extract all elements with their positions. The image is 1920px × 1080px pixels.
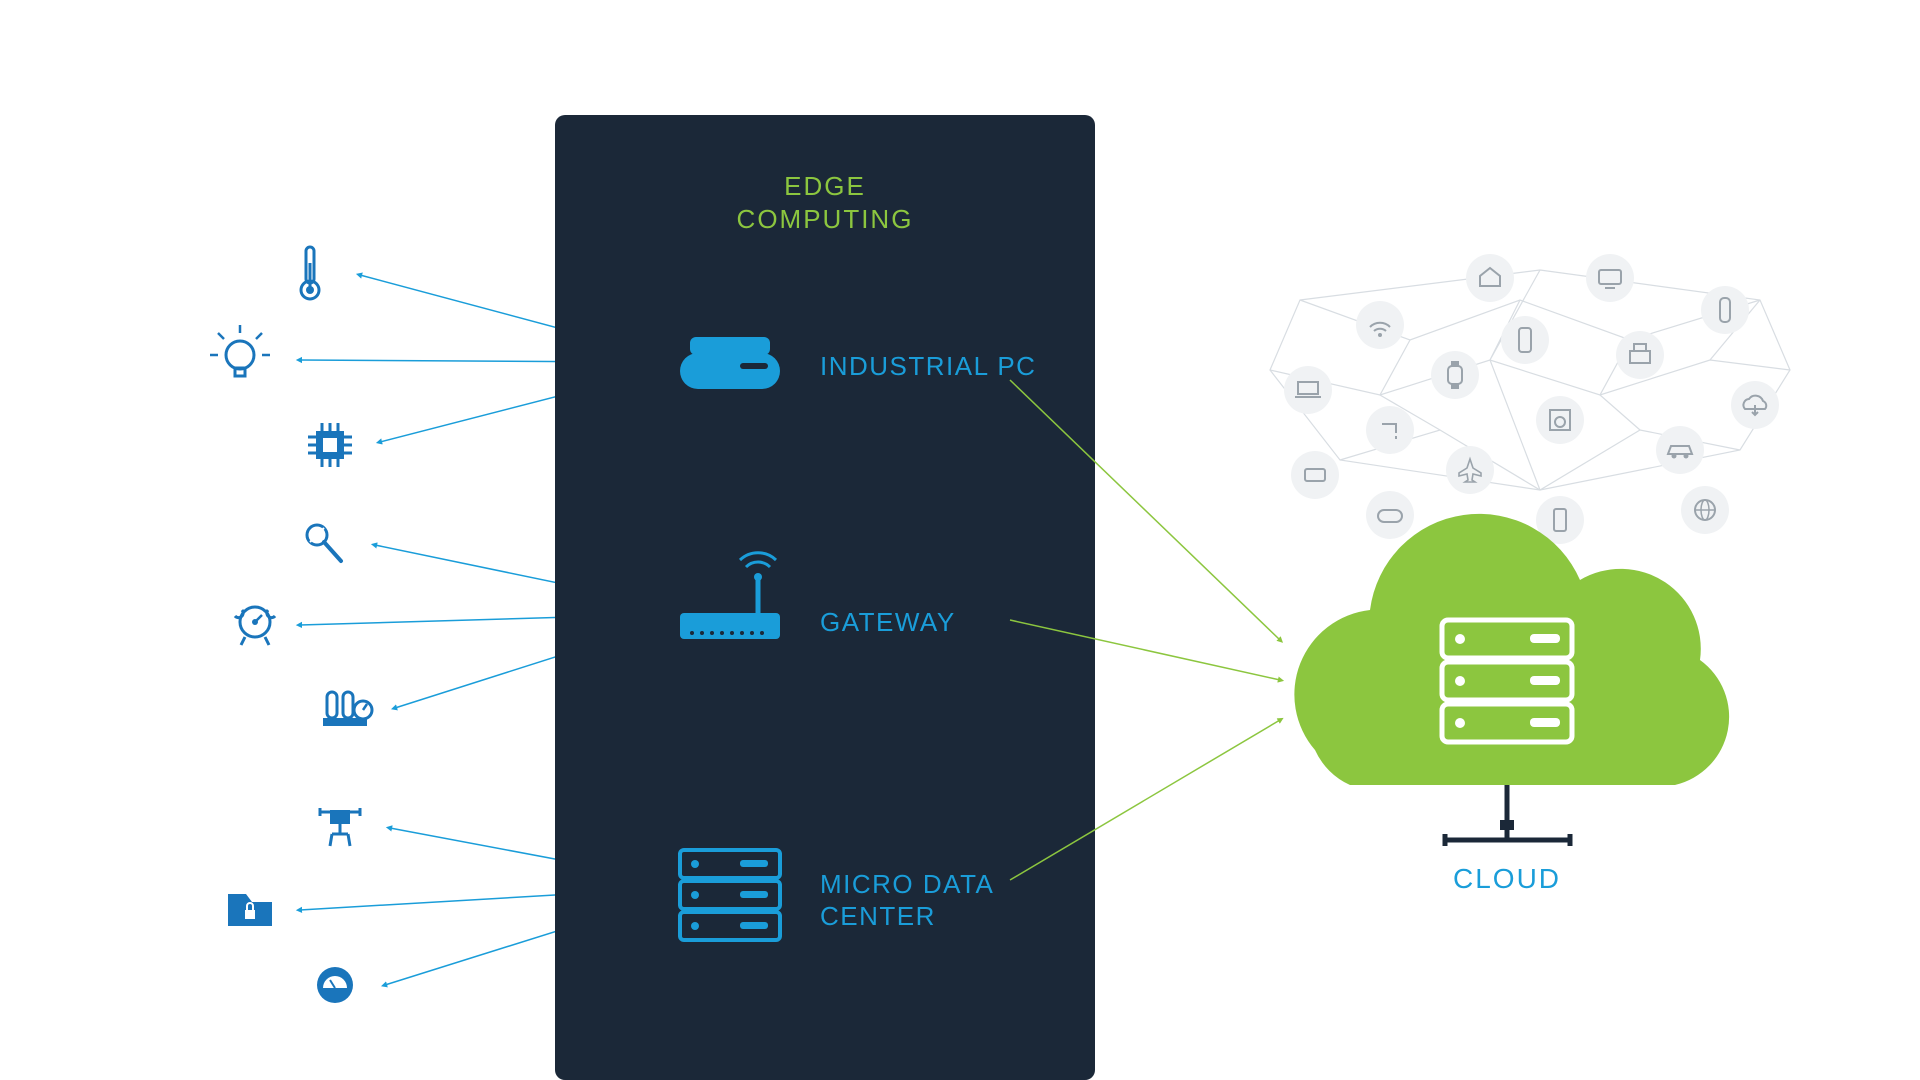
edge-panel: EDGE COMPUTING INDUSTRIAL PC: [555, 115, 1095, 1080]
edge-title-line2: COMPUTING: [737, 204, 914, 234]
micro-data-center-label-2: CENTER: [820, 901, 936, 931]
iot-node-cart: [1291, 451, 1339, 499]
iot-node-globe: [1681, 486, 1729, 534]
iot-node-washer: [1536, 396, 1584, 444]
iot-mesh: [1270, 254, 1790, 544]
iot-node-printer: [1616, 331, 1664, 379]
diagram-canvas: EDGE COMPUTING INDUSTRIAL PC: [0, 0, 1920, 1080]
cloud-label: CLOUD: [1453, 863, 1561, 894]
iot-node-remote: [1701, 286, 1749, 334]
iot-node-phone: [1501, 316, 1549, 364]
micro-data-center-label-1: MICRO DATA: [820, 869, 994, 899]
iot-node-gamepad: [1366, 491, 1414, 539]
iot-node-laptop: [1284, 366, 1332, 414]
chip-icon: [308, 423, 352, 467]
iot-node-plane: [1446, 446, 1494, 494]
iot-node-faucet: [1366, 406, 1414, 454]
controls-icon: [323, 692, 372, 726]
thermometer-icon: [301, 247, 319, 299]
gauge-icon: [235, 607, 275, 645]
iot-node-car: [1656, 426, 1704, 474]
iot-node-cloud-dl: [1731, 381, 1779, 429]
iot-node-wifi: [1356, 301, 1404, 349]
gateway-label: GATEWAY: [820, 607, 956, 637]
meter-icon: [317, 967, 353, 1003]
robot-arm-icon: [320, 808, 360, 846]
secure-folder-icon: [228, 894, 272, 926]
iot-node-monitor: [1586, 254, 1634, 302]
edge-title-line1: EDGE: [784, 171, 866, 201]
microphone-icon: [307, 525, 341, 561]
iot-node-home: [1466, 254, 1514, 302]
industrial-pc-label: INDUSTRIAL PC: [820, 351, 1036, 381]
lightbulb-icon: [210, 325, 270, 376]
iot-node-watch: [1431, 351, 1479, 399]
industrial-pc-icon: [680, 337, 780, 389]
cloud-block: CLOUD: [1294, 514, 1729, 894]
